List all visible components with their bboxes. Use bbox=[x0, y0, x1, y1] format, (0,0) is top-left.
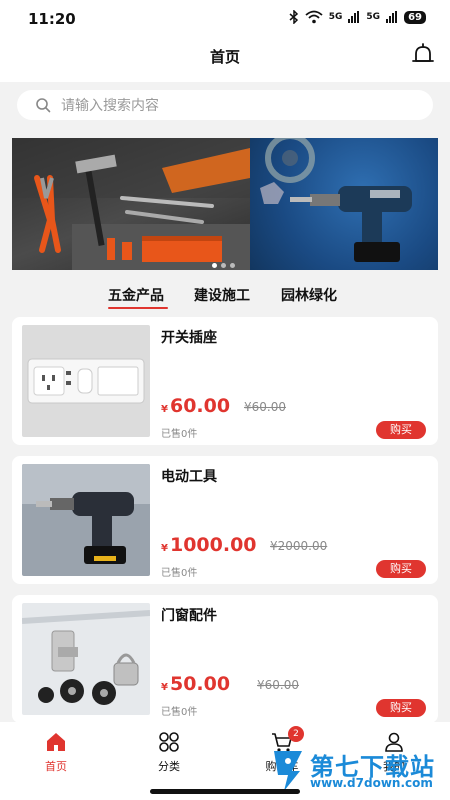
tab-label: 首页 bbox=[45, 760, 67, 773]
product-original-price: ¥2000.00 bbox=[270, 539, 328, 553]
product-sold-count: 已售0件 bbox=[161, 429, 198, 440]
search-input[interactable]: 请输入搜索内容 bbox=[17, 90, 433, 120]
product-price: ¥50.00 bbox=[161, 673, 230, 695]
signal-1-icon: 5G bbox=[328, 12, 343, 22]
product-card[interactable]: 开关插座 ¥60.00 ¥60.00 已售0件 购买 bbox=[12, 317, 438, 445]
product-title: 电动工具 bbox=[161, 469, 217, 485]
carousel-dot[interactable] bbox=[212, 263, 217, 268]
price-value: 1000.00 bbox=[169, 534, 257, 556]
banner-image-drill bbox=[250, 138, 438, 270]
product-image-window-hardware bbox=[22, 603, 150, 715]
product-title: 门窗配件 bbox=[161, 608, 217, 624]
signal-bars-icon bbox=[386, 11, 398, 23]
product-price: ¥60.00 bbox=[161, 395, 230, 417]
buy-button[interactable]: 购买 bbox=[376, 421, 426, 439]
signal-2-icon: 5G bbox=[366, 12, 381, 22]
carousel-dot[interactable] bbox=[230, 263, 235, 268]
price-value: 50.00 bbox=[169, 673, 231, 695]
product-card[interactable]: 电动工具 ¥1000.00 ¥2000.00 已售0件 购买 bbox=[12, 456, 438, 584]
carousel-indicators bbox=[212, 263, 235, 268]
search-icon bbox=[36, 98, 51, 113]
bell-icon[interactable] bbox=[410, 42, 436, 68]
product-title: 开关插座 bbox=[161, 330, 217, 346]
product-original-price: ¥60.00 bbox=[244, 400, 286, 414]
currency-symbol: ¥ bbox=[161, 682, 168, 693]
home-indicator bbox=[150, 789, 300, 794]
tab-home[interactable]: 首页 bbox=[26, 730, 86, 774]
bluetooth-icon bbox=[289, 10, 298, 24]
watermark-url: www.d7down.com bbox=[310, 776, 433, 790]
watermark-logo-icon bbox=[274, 751, 302, 791]
price-value: 60.00 bbox=[169, 395, 231, 417]
tab-construction[interactable]: 建设施工 bbox=[194, 285, 250, 305]
product-sold-count: 已售0件 bbox=[161, 568, 198, 579]
product-original-price: ¥60.00 bbox=[257, 678, 299, 692]
tab-landscaping[interactable]: 园林绿化 bbox=[281, 285, 337, 305]
status-time: 11:20 bbox=[28, 10, 76, 28]
home-icon bbox=[47, 733, 65, 751]
product-sold-count: 已售0件 bbox=[161, 707, 198, 718]
tab-active-indicator bbox=[108, 307, 168, 309]
search-placeholder: 请输入搜索内容 bbox=[61, 98, 159, 114]
cart-badge: 2 bbox=[288, 726, 304, 742]
product-card[interactable]: 门窗配件 ¥50.00 ¥60.00 已售0件 购买 bbox=[12, 595, 438, 723]
battery-icon: 69 bbox=[404, 10, 426, 24]
search-area: 请输入搜索内容 bbox=[0, 82, 450, 134]
wifi-icon bbox=[305, 10, 323, 24]
product-price: ¥1000.00 bbox=[161, 534, 257, 556]
category-tabs: 五金产品 建设施工 园林绿化 bbox=[0, 280, 450, 310]
signal-bars-icon bbox=[348, 11, 360, 23]
buy-button[interactable]: 购买 bbox=[376, 560, 426, 578]
currency-symbol: ¥ bbox=[161, 404, 168, 415]
currency-symbol: ¥ bbox=[161, 543, 168, 554]
status-icons: 5G 5G 69 bbox=[289, 10, 426, 24]
product-image-switch-socket bbox=[22, 325, 150, 437]
tab-category[interactable]: 分类 bbox=[139, 730, 199, 774]
banner-image-hand-tools bbox=[12, 138, 250, 270]
nav-bar: 首页 bbox=[0, 38, 450, 82]
buy-button[interactable]: 购买 bbox=[376, 699, 426, 717]
tab-label: 分类 bbox=[158, 760, 180, 773]
page-title: 首页 bbox=[209, 48, 240, 66]
banner-carousel[interactable] bbox=[12, 138, 438, 270]
status-bar: 11:20 5G 5G 69 bbox=[0, 0, 450, 38]
product-image-power-drill bbox=[22, 464, 150, 576]
grid-icon bbox=[159, 732, 179, 752]
carousel-dot[interactable] bbox=[221, 263, 226, 268]
tab-hardware[interactable]: 五金产品 bbox=[108, 285, 164, 305]
